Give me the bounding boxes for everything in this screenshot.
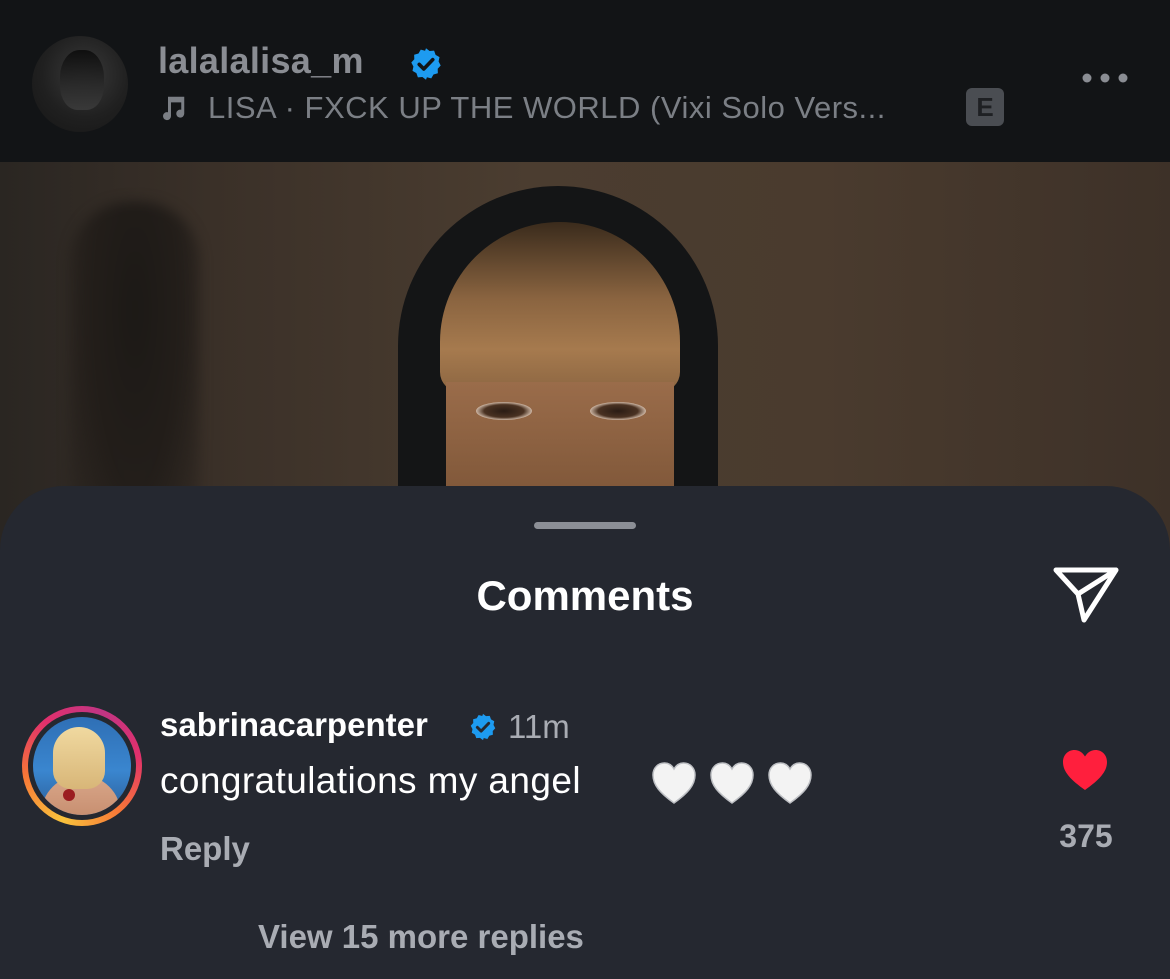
poster-username[interactable]: lalalalisa_m (158, 40, 364, 82)
white-heart-icon (710, 762, 754, 804)
commenter-username[interactable]: sabrinacarpenter (160, 706, 428, 744)
right-eye (590, 402, 646, 420)
drag-handle[interactable] (534, 522, 636, 529)
left-eye (476, 402, 532, 420)
song-title: LISA · FXCK UP THE WORLD (Vixi Solo Vers… (208, 90, 886, 125)
poster-avatar[interactable] (32, 36, 128, 132)
song-row[interactable]: LISA · FXCK UP THE WORLD (Vixi Solo Vers… (158, 88, 886, 128)
like-heart-icon[interactable] (1061, 748, 1109, 792)
reply-button[interactable]: Reply (160, 830, 250, 868)
comments-title: Comments (476, 572, 694, 619)
music-note-icon (163, 96, 185, 121)
comment-timestamp: 11m (508, 708, 570, 745)
commenter-photo (33, 717, 131, 815)
comment-emoji (650, 760, 814, 806)
comment-text: congratulations my angel (160, 760, 581, 801)
photo-detail (63, 789, 75, 801)
like-count: 375 (1059, 818, 1113, 854)
more-horizontal-icon[interactable] (1080, 70, 1130, 86)
send-icon[interactable] (1050, 562, 1122, 626)
commenter-avatar[interactable] (22, 706, 142, 826)
explicit-badge: E (966, 88, 1004, 126)
face-shape (446, 382, 674, 502)
white-heart-icon (768, 762, 812, 804)
white-heart-icon (652, 762, 696, 804)
view-more-replies-button[interactable]: View 15 more replies (258, 918, 584, 956)
verified-badge-icon (411, 48, 441, 80)
photo-hair (53, 727, 105, 789)
verified-badge-icon (470, 713, 496, 741)
post-header: lalalalisa_m LISA · FXCK UP THE WORLD (V… (0, 0, 1170, 162)
